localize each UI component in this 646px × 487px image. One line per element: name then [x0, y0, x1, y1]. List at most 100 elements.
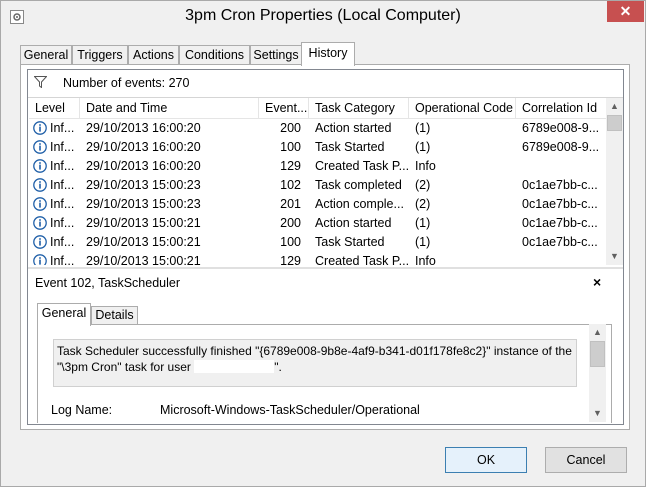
- cell-level: Inf...: [50, 254, 75, 265]
- detail-scroll-thumb[interactable]: [590, 341, 605, 367]
- event-message: Task Scheduler successfully finished "{6…: [57, 343, 572, 375]
- filter-bar: Number of events: 270: [28, 70, 623, 98]
- ok-button[interactable]: OK: [445, 447, 527, 473]
- cell-level: Inf...: [50, 197, 75, 211]
- col-level[interactable]: Level: [29, 98, 80, 118]
- cell-event: 129: [280, 254, 301, 265]
- cell-level: Inf...: [50, 121, 75, 135]
- properties-window: 3pm Cron Properties (Local Computer) ✕ G…: [0, 0, 646, 487]
- cell-date: 29/10/2013 16:00:20: [86, 121, 201, 135]
- cell-date: 29/10/2013 15:00:21: [86, 235, 201, 249]
- cell-opcode: (1): [415, 235, 431, 249]
- tab-event-general[interactable]: General: [37, 303, 91, 326]
- tab-actions[interactable]: Actions: [128, 45, 179, 65]
- cell-opcode: Info: [415, 159, 436, 173]
- scroll-up-icon[interactable]: ▲: [606, 98, 623, 115]
- cell-opcode: (1): [415, 216, 431, 230]
- title-bar[interactable]: 3pm Cron Properties (Local Computer) ✕: [1, 1, 645, 34]
- grid-header: Level Date and Time Event... Task Catego…: [29, 98, 606, 119]
- tab-conditions[interactable]: Conditions: [179, 45, 250, 65]
- cell-category: Action started: [315, 121, 392, 135]
- cell-level: Inf...: [50, 178, 75, 192]
- cell-category: Task Started: [315, 235, 385, 249]
- detail-scroll-up-icon[interactable]: ▲: [589, 324, 606, 341]
- col-date[interactable]: Date and Time: [80, 98, 259, 118]
- table-row[interactable]: Inf... 29/10/2013 15:00:21 129 Created Task…: [29, 252, 606, 265]
- event-title: Event 102, TaskScheduler: [35, 276, 181, 290]
- cell-category: Task Started: [315, 140, 385, 154]
- cell-opcode: (1): [415, 121, 431, 135]
- grid-scrollbar[interactable]: ▲ ▼: [606, 98, 623, 265]
- cell-event: 200: [280, 121, 301, 135]
- event-message-end: ".: [274, 360, 282, 374]
- cell-level: Inf...: [50, 159, 75, 173]
- info-circle-icon: [33, 140, 47, 154]
- cell-date: 29/10/2013 16:00:20: [86, 140, 201, 154]
- window-close-button[interactable]: ✕: [607, 1, 644, 22]
- cell-level: Inf...: [50, 140, 75, 154]
- close-icon[interactable]: ×: [593, 274, 601, 290]
- redacted-user: [194, 360, 275, 373]
- info-circle-icon: [33, 197, 47, 211]
- cell-date: 29/10/2013 16:00:20: [86, 159, 201, 173]
- events-grid: Level Date and Time Event... Task Catego…: [29, 98, 606, 265]
- cell-date: 29/10/2013 15:00:21: [86, 216, 201, 230]
- col-category[interactable]: Task Category: [309, 98, 409, 118]
- window-title: 3pm Cron Properties (Local Computer): [185, 7, 461, 24]
- scroll-down-icon[interactable]: ▼: [606, 248, 623, 265]
- info-circle-icon: [33, 216, 47, 230]
- info-circle-icon: [33, 159, 47, 173]
- funnel-icon[interactable]: [34, 76, 47, 88]
- cell-correlation: 6789e008-9...: [522, 121, 600, 135]
- cell-event: 129: [280, 159, 301, 173]
- log-name-label: Log Name:: [51, 403, 113, 417]
- cell-opcode: (1): [415, 140, 431, 154]
- col-event[interactable]: Event...: [259, 98, 309, 118]
- col-opcode[interactable]: Operational Code: [409, 98, 516, 118]
- cell-category: Action started: [315, 216, 392, 230]
- event-message-box[interactable]: Task Scheduler successfully finished "{6…: [53, 339, 577, 387]
- cell-correlation: [522, 252, 606, 265]
- tab-general[interactable]: General: [20, 45, 72, 65]
- cell-category: Created Task P...: [315, 159, 409, 173]
- table-row[interactable]: Inf... 29/10/2013 15:00:21 200 Action start…: [29, 214, 606, 233]
- tab-settings[interactable]: Settings: [250, 45, 302, 65]
- cell-date: 29/10/2013 15:00:23: [86, 178, 201, 192]
- cell-event: 102: [280, 178, 301, 192]
- cell-category: Created Task P...: [315, 254, 409, 265]
- table-row[interactable]: Inf... 29/10/2013 16:00:20 129 Created Task…: [29, 157, 606, 176]
- events-count: Number of events: 270: [63, 76, 190, 90]
- col-correlation[interactable]: Correlation Id: [516, 98, 606, 118]
- scroll-thumb[interactable]: [607, 115, 622, 131]
- table-row[interactable]: Inf... 29/10/2013 16:00:20 200 Action start…: [29, 119, 606, 138]
- table-row[interactable]: Inf... 29/10/2013 15:00:23 102 Task complet…: [29, 176, 606, 195]
- event-message-text: Task Scheduler successfully finished "{6…: [57, 344, 572, 374]
- cancel-button[interactable]: Cancel: [545, 447, 627, 473]
- tab-triggers[interactable]: Triggers: [72, 45, 128, 65]
- info-circle-icon: [33, 235, 47, 249]
- info-circle-icon: [33, 178, 47, 192]
- cell-event: 100: [280, 140, 301, 154]
- cell-opcode: Info: [415, 254, 436, 265]
- table-row[interactable]: Inf... 29/10/2013 15:00:21 100 Task Started…: [29, 233, 606, 252]
- table-row[interactable]: Inf... 29/10/2013 16:00:20 100 Task Started…: [29, 138, 606, 157]
- info-circle-icon: [33, 121, 47, 135]
- tab-event-details[interactable]: Details: [91, 306, 138, 325]
- tab-history[interactable]: History: [301, 42, 355, 66]
- table-row[interactable]: Inf... 29/10/2013 15:00:23 201 Action compl…: [29, 195, 606, 214]
- cell-correlation: 0c1ae7bb-c...: [522, 216, 598, 230]
- cell-event: 100: [280, 235, 301, 249]
- cell-category: Task completed: [315, 178, 402, 192]
- cell-opcode: (2): [415, 197, 431, 211]
- cell-opcode: (2): [415, 178, 431, 192]
- event-detail-header: Event 102, TaskScheduler ×: [28, 269, 623, 297]
- cell-level: Inf...: [50, 216, 75, 230]
- cell-level: Inf...: [50, 235, 75, 249]
- detail-scroll-down-icon[interactable]: ▼: [589, 405, 606, 422]
- info-circle-icon: [33, 254, 47, 265]
- cell-date: 29/10/2013 15:00:21: [86, 254, 201, 265]
- history-pane: Number of events: 270 Level Date and Tim…: [27, 69, 624, 425]
- detail-scrollbar[interactable]: ▲ ▼: [589, 324, 606, 422]
- cell-category: Action comple...: [315, 197, 404, 211]
- cell-event: 201: [280, 197, 301, 211]
